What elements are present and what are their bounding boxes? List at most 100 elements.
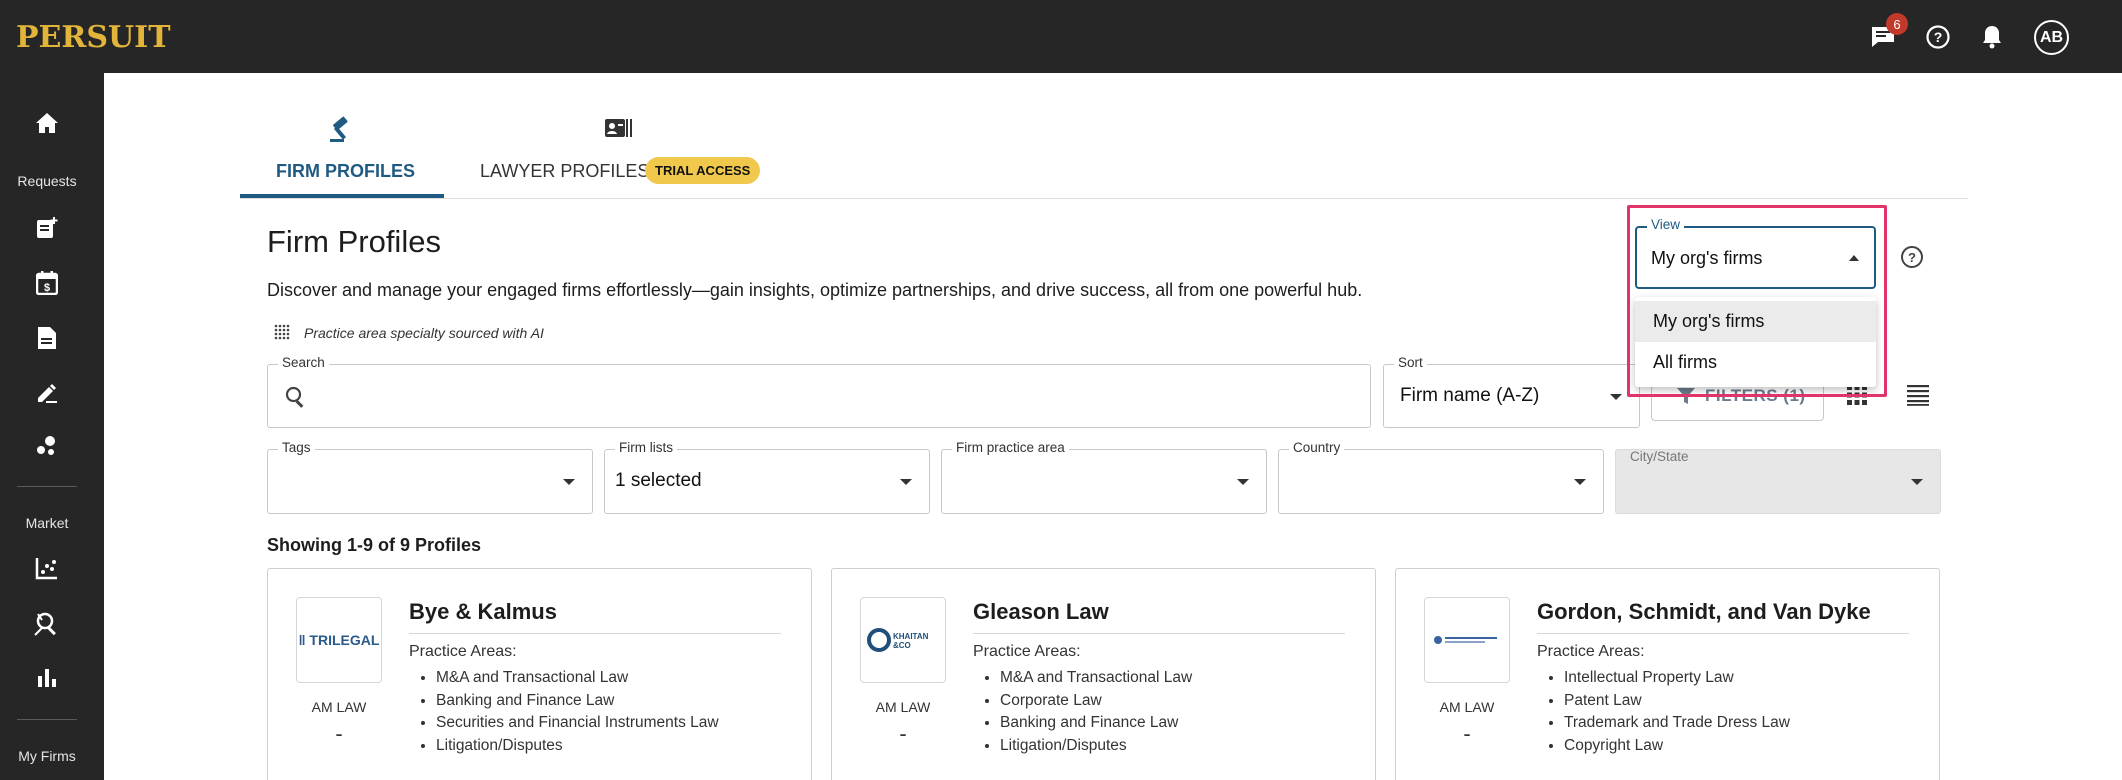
practice-areas-list: M&A and Transactional Law Banking and Fi… (436, 667, 719, 757)
id-card-icon (604, 116, 634, 145)
city-state-label: City/State (1630, 449, 1689, 464)
sidebar-section-requests: Requests (17, 173, 77, 189)
ai-sparkle-icon (273, 323, 291, 341)
am-law-label: AM LAW (875, 699, 931, 715)
am-law-value: - (335, 721, 343, 746)
calendar-dollar-icon[interactable]: $ (32, 268, 62, 298)
firm-name[interactable]: Gordon, Schmidt, and Van Dyke (1537, 599, 1871, 625)
sidebar-section-market: Market (25, 515, 69, 531)
svg-text:?: ? (1908, 250, 1916, 265)
list-item: Banking and Finance Law (1000, 712, 1192, 735)
practice-areas-label: Practice Areas: (1537, 643, 1645, 660)
tab-lawyer-profiles[interactable]: LAWYER PROFILES (470, 108, 770, 198)
page-description: Discover and manage your engaged firms e… (267, 280, 1363, 300)
tags-select[interactable]: Tags (267, 440, 593, 514)
list-item: M&A and Transactional Law (436, 667, 719, 690)
tab-label: FIRM PROFILES (276, 161, 415, 181)
list-item: M&A and Transactional Law (1000, 667, 1192, 690)
bar-chart-icon[interactable] (32, 663, 62, 693)
chevron-down-icon (900, 479, 912, 485)
search-icon (284, 385, 308, 414)
list-item: Litigation/Disputes (436, 735, 719, 758)
firm-card[interactable]: ‖ TRILEGAL AM LAW - Bye & Kalmus Practic… (267, 568, 812, 780)
firm-practice-area-label: Firm practice area (952, 440, 1069, 455)
practice-areas-label: Practice Areas: (409, 643, 517, 660)
help-icon[interactable]: ? (1921, 20, 1955, 54)
firm-name[interactable]: Bye & Kalmus (409, 599, 557, 625)
svg-text:KHAITAN: KHAITAN (893, 632, 929, 641)
firm-lists-value: 1 selected (615, 470, 702, 491)
card-divider (409, 633, 781, 634)
chevron-down-icon (563, 479, 575, 485)
pen-sign-icon[interactable] (32, 378, 62, 408)
sidebar-section-my-firms: My Firms (18, 748, 76, 764)
list-item: Securities and Financial Instruments Law (436, 712, 719, 735)
scatter-chart-icon[interactable] (32, 553, 62, 583)
chevron-down-icon (1610, 394, 1622, 400)
ai-note: Practice area specialty sourced with AI (304, 325, 544, 341)
sort-select[interactable]: Sort Firm name (A-Z) (1383, 355, 1640, 428)
firm-lists-select[interactable]: Firm lists 1 selected (604, 440, 930, 514)
firm-logo: KHAITAN &CO (860, 597, 946, 683)
firm-name[interactable]: Gleason Law (973, 599, 1109, 625)
am-law-label: AM LAW (1439, 699, 1495, 715)
document-icon[interactable] (32, 323, 62, 353)
page-title: Firm Profiles (267, 224, 441, 259)
connections-icon[interactable] (32, 430, 62, 460)
firm-lists-label: Firm lists (615, 440, 677, 455)
new-request-icon[interactable] (32, 213, 62, 243)
list-item: Corporate Law (1000, 690, 1192, 713)
tab-label: LAWYER PROFILES (480, 161, 650, 181)
results-count: Showing 1-9 of 9 Profiles (267, 535, 482, 555)
search-analytics-icon[interactable] (32, 608, 62, 638)
sidebar-divider (17, 486, 77, 487)
search-label: Search (278, 355, 329, 370)
tabs-divider (240, 198, 1968, 199)
am-law-value: - (899, 721, 907, 746)
firm-card[interactable]: KHAITAN &CO AM LAW - Gleason Law Practic… (831, 568, 1376, 780)
avatar[interactable]: AB (2034, 20, 2069, 55)
list-view-icon[interactable] (1906, 384, 1932, 410)
top-bar: PERSUIT 6 ? AB (0, 0, 2122, 73)
city-state-select: City/State (1615, 449, 1941, 514)
list-item: Trademark and Trade Dress Law (1564, 712, 1790, 735)
persuit-logo[interactable]: PERSUIT (16, 20, 171, 55)
chevron-down-icon (1237, 479, 1249, 485)
bell-icon[interactable] (1975, 20, 2009, 54)
tab-firm-profiles[interactable]: FIRM PROFILES (240, 108, 444, 198)
firm-practice-area-select[interactable]: Firm practice area (941, 440, 1267, 514)
home-icon[interactable] (32, 108, 62, 138)
svg-text:?: ? (1934, 29, 1943, 45)
firm-logo: ‖ TRILEGAL (296, 597, 382, 683)
firm-card[interactable]: AM LAW - Gordon, Schmidt, and Van Dyke P… (1395, 568, 1940, 780)
dropdown-highlight-box (1627, 205, 1887, 397)
am-law-label: AM LAW (311, 699, 367, 715)
chevron-down-icon (1911, 479, 1923, 485)
svg-text:$: $ (44, 282, 50, 294)
trial-access-badge: TRIAL ACCESS (645, 157, 761, 184)
practice-areas-list: Intellectual Property Law Patent Law Tra… (1564, 667, 1790, 757)
svg-text:&CO: &CO (893, 641, 911, 650)
list-item: Patent Law (1564, 690, 1790, 713)
sort-value: Firm name (A-Z) (1400, 385, 1540, 406)
card-divider (973, 633, 1345, 634)
search-input[interactable]: Search (267, 355, 1371, 428)
country-label: Country (1289, 440, 1345, 455)
list-item: Banking and Finance Law (436, 690, 719, 713)
country-select[interactable]: Country (1278, 440, 1604, 514)
sidebar: Requests $ Market My Firms (0, 73, 104, 780)
gavel-icon (328, 116, 356, 149)
messages-badge: 6 (1886, 13, 1908, 35)
list-item: Intellectual Property Law (1564, 667, 1790, 690)
list-item: Litigation/Disputes (1000, 735, 1192, 758)
practice-areas-list: M&A and Transactional Law Corporate Law … (1000, 667, 1192, 757)
list-item: Copyright Law (1564, 735, 1790, 758)
firm-logo (1424, 597, 1510, 683)
am-law-value: - (1463, 721, 1471, 746)
sort-label: Sort (1394, 355, 1427, 370)
chevron-down-icon (1574, 479, 1586, 485)
practice-areas-label: Practice Areas: (973, 643, 1081, 660)
tags-label: Tags (278, 440, 315, 455)
help-icon[interactable]: ? (1900, 245, 1924, 269)
sidebar-divider (17, 719, 77, 720)
